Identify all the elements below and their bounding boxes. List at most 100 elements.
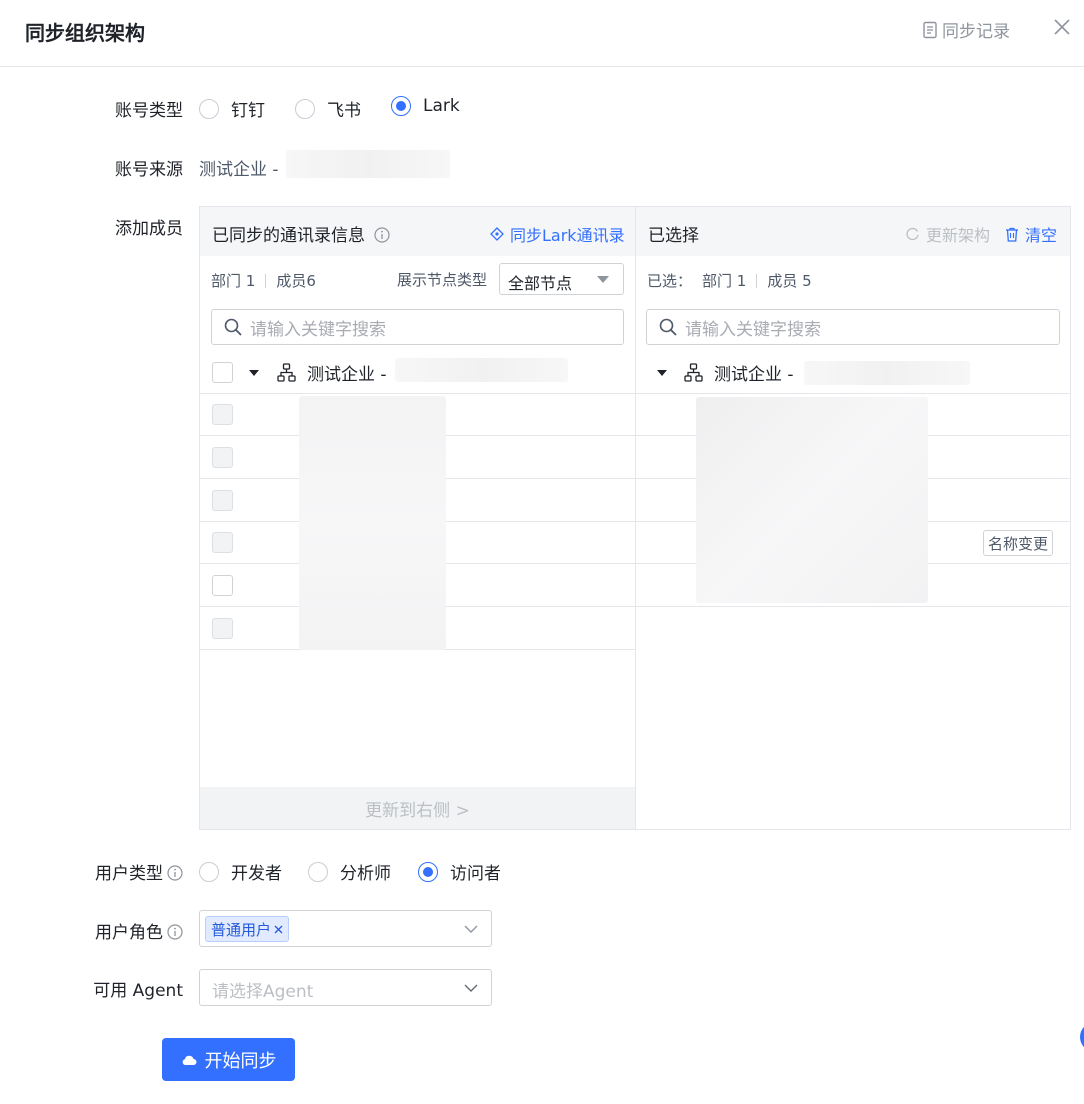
start-sync-label: 开始同步 <box>204 1050 277 1072</box>
rename-badge: 名称变更 <box>983 530 1054 556</box>
radio-feishu[interactable]: 飞书 <box>295 96 361 121</box>
redacted-block <box>395 358 568 382</box>
node-type-value: 全部节点 <box>508 274 573 293</box>
radio-label: 访问者 <box>450 864 501 884</box>
node-type-select[interactable]: 全部节点 <box>499 263 624 295</box>
dept-count: 部门 1 <box>211 272 256 290</box>
start-sync-button[interactable]: 开始同步 <box>162 1038 295 1081</box>
radio-developer[interactable]: 开发者 <box>199 859 282 884</box>
radio-label: 飞书 <box>327 101 361 121</box>
left-search-input[interactable]: 请输入关键字搜索 <box>211 309 624 345</box>
member-checkbox[interactable] <box>212 532 233 553</box>
info-icon[interactable] <box>374 227 391 243</box>
radio-label: 开发者 <box>231 864 282 884</box>
role-tag: 普通用户 <box>205 916 290 942</box>
add-members-label: 添加成员 <box>115 219 183 239</box>
refresh-label: 更新架构 <box>926 226 991 245</box>
root-node-label: 测试企业 - <box>307 365 387 385</box>
left-root-node[interactable]: 测试企业 - <box>248 360 387 385</box>
radio-dingtalk[interactable]: 钉钉 <box>199 96 265 121</box>
row-divider <box>636 393 1070 394</box>
member-checkbox[interactable] <box>212 575 233 596</box>
member-checkbox[interactable] <box>212 618 233 639</box>
right-stats: 已选： 部门 1 成员 5 <box>647 270 812 291</box>
panel-title-text: 已同步的通讯录信息 <box>212 226 365 246</box>
chevron-down-icon <box>464 984 478 992</box>
agent-placeholder: 请选择Agent <box>212 982 314 1002</box>
sync-link-label: 同步Lark通讯录 <box>510 226 625 245</box>
document-icon <box>923 21 937 38</box>
caret-down-icon <box>249 369 259 376</box>
caret-down-icon <box>597 276 609 283</box>
divider <box>756 273 758 288</box>
sync-icon <box>490 227 504 241</box>
radio-visitor[interactable]: 访问者 <box>418 859 501 884</box>
radio-lark[interactable]: Lark <box>391 96 460 116</box>
radio-circle <box>199 98 219 119</box>
panel-title: 已选择 <box>648 226 699 246</box>
trash-icon <box>1006 227 1018 242</box>
divider <box>265 273 267 288</box>
redacted-block <box>299 396 446 650</box>
dept-count: 部门 1 <box>702 272 747 290</box>
agent-label: 可用 Agent <box>93 981 183 1001</box>
refresh-icon <box>906 227 919 240</box>
update-to-right-button[interactable]: 更新到右侧 > <box>200 787 635 829</box>
panel-header: 已同步的通讯录信息 同步Lark通讯录 <box>200 207 635 256</box>
panel-header: 已选择 更新架构 清空 <box>636 207 1070 256</box>
clear-label: 清空 <box>1025 226 1058 245</box>
row-divider <box>636 606 1070 607</box>
info-icon[interactable] <box>167 865 183 881</box>
account-source-label: 账号来源 <box>115 160 183 180</box>
member-checkbox[interactable] <box>212 404 233 425</box>
radio-analyst[interactable]: 分析师 <box>308 859 391 884</box>
radio-label: 分析师 <box>340 864 391 884</box>
selected-label: 已选： <box>647 272 693 290</box>
member-checkbox[interactable] <box>212 447 233 468</box>
close-icon[interactable] <box>1052 17 1072 37</box>
redacted-block <box>804 361 970 385</box>
cloud-icon <box>182 1055 196 1065</box>
user-type-label: 用户类型 <box>23 859 183 884</box>
root-checkbox[interactable] <box>212 362 233 383</box>
radio-circle <box>199 861 219 882</box>
dialog-title: 同步组织架构 <box>25 21 145 45</box>
sync-log-link[interactable]: 同步记录 <box>922 17 1010 42</box>
user-type-label-text: 用户类型 <box>95 864 163 884</box>
radio-circle <box>295 98 315 119</box>
right-root-node[interactable]: 测试企业 - <box>656 360 794 385</box>
sync-log-label: 同步记录 <box>942 22 1010 42</box>
right-search-input[interactable]: 请输入关键字搜索 <box>646 309 1060 345</box>
clear-button[interactable]: 清空 <box>1005 222 1057 246</box>
account-type-label: 账号类型 <box>115 101 183 121</box>
org-tree-icon <box>684 363 703 382</box>
sync-lark-contacts-link[interactable]: 同步Lark通讯录 <box>490 222 625 246</box>
role-tag-label: 普通用户 <box>211 920 272 939</box>
radio-circle <box>391 96 411 116</box>
user-role-label: 用户角色 <box>23 918 183 943</box>
radio-label: 钉钉 <box>231 101 265 121</box>
redacted-block <box>696 397 928 603</box>
redacted-block <box>286 150 450 178</box>
info-icon[interactable] <box>167 924 183 940</box>
org-tree-icon <box>277 363 296 382</box>
row-divider <box>200 393 635 394</box>
search-icon <box>224 318 242 336</box>
close-icon[interactable] <box>274 925 283 934</box>
agent-select[interactable]: 请选择Agent <box>199 969 492 1006</box>
search-icon <box>659 318 677 336</box>
user-role-label-text: 用户角色 <box>95 923 163 943</box>
dialog-header: 同步组织架构 同步记录 <box>0 0 1084 67</box>
floating-assistant-button[interactable] <box>1080 1022 1084 1052</box>
member-count: 成员 5 <box>767 272 812 290</box>
radio-circle <box>308 861 328 882</box>
radio-circle <box>418 861 438 882</box>
refresh-structure-button[interactable]: 更新架构 <box>905 222 990 246</box>
root-node-label: 测试企业 - <box>714 365 794 385</box>
radio-label: Lark <box>423 96 460 116</box>
node-type-label: 展示节点类型 <box>397 271 488 289</box>
search-placeholder: 请输入关键字搜索 <box>685 319 821 340</box>
left-stats: 部门 1 成员6 <box>211 270 316 291</box>
member-count: 成员6 <box>276 272 316 290</box>
member-checkbox[interactable] <box>212 490 233 511</box>
